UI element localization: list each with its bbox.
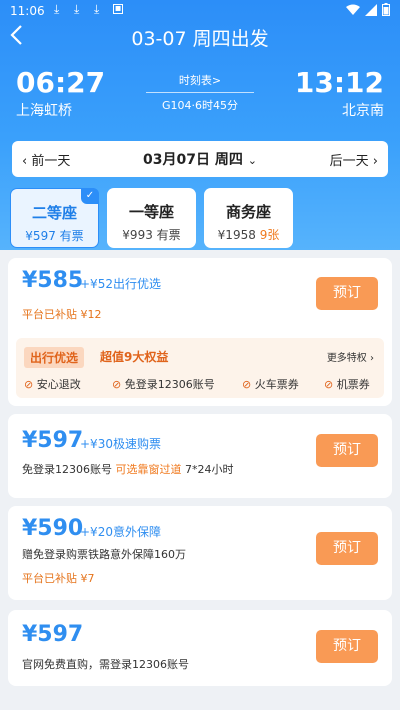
- download-icon: ⤓: [94, 2, 100, 16]
- chevron-right-icon: ›: [366, 353, 374, 364]
- offer-extra: +¥30极速购票: [80, 437, 161, 451]
- departure-station: 上海虹桥: [16, 103, 72, 119]
- wifi-icon: [346, 4, 360, 15]
- offer-card: ¥597 +¥30极速购票 免登录12306账号 可选靠窗过道 7*24小时 预…: [8, 414, 392, 498]
- download-icon: ⤓: [54, 2, 60, 16]
- chevron-right-icon: ›: [372, 154, 378, 169]
- schedule-link[interactable]: 时刻表>: [140, 72, 260, 88]
- next-day-button[interactable]: 后一天 ›: [330, 150, 378, 169]
- seat-info: ¥993 有票: [122, 228, 181, 242]
- seat-info: ¥1958 9张: [217, 228, 280, 242]
- offer-price: ¥585: [22, 268, 84, 293]
- signal-icon: [365, 3, 377, 16]
- offer-extra: +¥52出行优选: [80, 277, 161, 291]
- check-circle-icon: ⊘: [24, 378, 34, 391]
- more-benefits-link[interactable]: 更多特权 ›: [327, 349, 374, 364]
- train-info: G104·6时45分: [161, 99, 238, 112]
- book-button[interactable]: 预订: [316, 532, 378, 565]
- arrival-time: 13:12: [294, 66, 384, 99]
- book-button[interactable]: 预订: [316, 277, 378, 310]
- benefit-item: ⊘ 机票券: [324, 378, 370, 391]
- check-icon: ✓: [81, 188, 99, 204]
- route-divider: [146, 92, 254, 93]
- trip-summary: 06:27 上海虹桥 时刻表> G104·6时45分 13:12 北京南: [0, 60, 400, 130]
- title-bar: 03-07 周四出发: [0, 22, 400, 52]
- subsidy-text: 平台已补贴 ¥12: [22, 308, 102, 321]
- benefit-title: 超值9大权益: [100, 350, 169, 364]
- arrival-station: 北京南: [342, 103, 384, 119]
- seat-name: 一等座: [128, 203, 174, 221]
- book-button[interactable]: 预订: [316, 434, 378, 467]
- offer-note: 免登录12306账号 可选靠窗过道 7*24小时: [22, 463, 234, 476]
- offer-price: ¥590: [22, 516, 84, 541]
- status-bar: 11:06 ⤓ ⤓ ⤓ ▪: [0, 0, 400, 22]
- offer-note: 赠免登录购票铁路意外保障160万: [22, 548, 186, 561]
- benefit-item: ⊘ 免登录12306账号: [112, 378, 215, 391]
- departure-time: 06:27: [16, 66, 106, 99]
- check-circle-icon: ⊘: [324, 378, 334, 391]
- seat-info: ¥597 有票: [25, 229, 84, 243]
- benefit-item: ⊘ 安心退改: [24, 378, 81, 391]
- benefit-tag: 出行优选: [24, 347, 85, 368]
- seat-tab-first-class[interactable]: 一等座 ¥993 有票: [107, 188, 196, 248]
- trip-middle: 时刻表> G104·6时45分: [140, 72, 260, 113]
- app-notification-icon: ▪: [113, 3, 123, 14]
- seat-tab-business-class[interactable]: 商务座 ¥1958 9张: [204, 188, 293, 248]
- current-date-label: 03月07日 周四: [143, 152, 243, 168]
- seat-name: 二等座: [31, 204, 77, 222]
- offer-price: ¥597: [22, 428, 84, 453]
- offer-card: ¥597 官网免费直购，需登录12306账号 预订: [8, 610, 392, 686]
- download-icon: ⤓: [74, 2, 80, 16]
- offer-note: 官网免费直购，需登录12306账号: [22, 658, 189, 671]
- offer-card: ¥590 +¥20意外保障 赠免登录购票铁路意外保障160万 平台已补贴 ¥7 …: [8, 506, 392, 600]
- benefit-item: ⊘ 火车票券: [242, 378, 299, 391]
- book-button[interactable]: 预订: [316, 630, 378, 663]
- page-title: 03-07 周四出发: [131, 28, 269, 50]
- next-day-label: 后一天: [329, 154, 369, 169]
- offer-extra: +¥20意外保障: [80, 525, 161, 539]
- benefits-panel: 出行优选 超值9大权益 更多特权 › ⊘ 安心退改 ⊘ 免登录12306账号 ⊘…: [16, 338, 384, 398]
- date-selector: ‹ 前一天 03月07日 周四 ⌄ 后一天 ›: [12, 141, 388, 177]
- offer-card: ¥585 +¥52出行优选 平台已补贴 ¥12 预订 出行优选 超值9大权益 更…: [8, 258, 392, 406]
- chevron-down-icon: ⌄: [247, 154, 257, 167]
- offer-price: ¥597: [22, 622, 84, 647]
- seat-tab-second-class[interactable]: 二等座 ¥597 有票 ✓: [10, 188, 99, 248]
- clock: 11:06: [10, 4, 45, 18]
- subsidy-text: 平台已补贴 ¥7: [22, 572, 95, 585]
- check-circle-icon: ⊘: [242, 378, 252, 391]
- status-right: [346, 3, 390, 16]
- seat-name: 商务座: [225, 203, 271, 221]
- check-circle-icon: ⊘: [112, 378, 122, 391]
- battery-icon: [382, 3, 390, 16]
